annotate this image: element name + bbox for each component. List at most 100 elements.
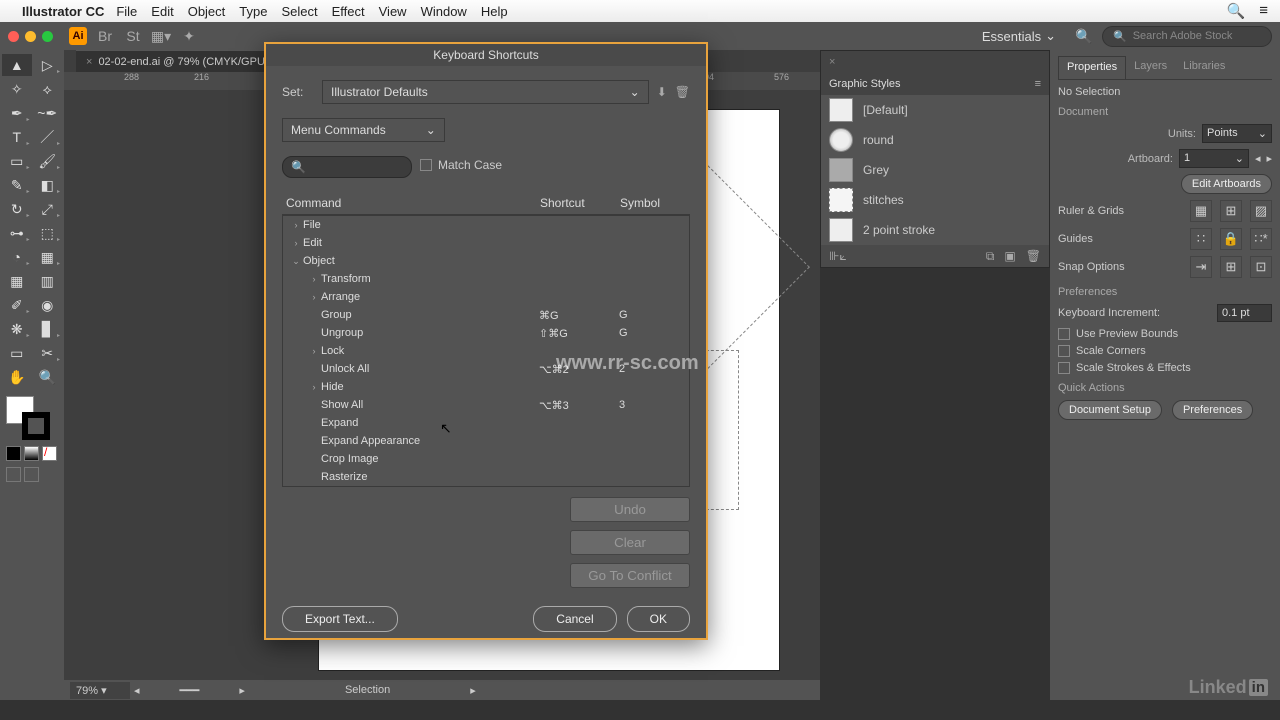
list-row[interactable]: Expand Appearance <box>283 432 689 450</box>
lasso-tool[interactable]: ⟡ <box>33 78 63 100</box>
document-setup-button[interactable]: Document Setup <box>1058 400 1162 420</box>
menu-view[interactable]: View <box>379 4 407 19</box>
mesh-tool[interactable]: ▦ <box>2 270 32 292</box>
magic-wand-tool[interactable]: ✧ <box>2 78 32 100</box>
cb-scale-corners[interactable]: Scale Corners <box>1058 345 1272 357</box>
rotate-tool[interactable]: ↻▸ <box>2 198 32 220</box>
shortcut-list[interactable]: ›File›Edit⌄Object›Transform›ArrangeGroup… <box>282 215 690 487</box>
hand-tool[interactable]: ✋ <box>2 366 32 388</box>
close-panel-icon[interactable]: × <box>829 56 835 68</box>
shape-builder-tool[interactable]: ◔▸ <box>2 246 32 268</box>
zoom-level[interactable]: 79% ▾ <box>70 682 130 699</box>
color-swatches[interactable]: / <box>2 390 62 488</box>
draw-behind[interactable] <box>24 467 39 482</box>
maximize-window[interactable] <box>42 31 53 42</box>
shortcut-search[interactable]: 🔍 <box>282 156 412 178</box>
snap-point-icon[interactable]: ⇥ <box>1190 256 1212 278</box>
style-grey[interactable]: Grey <box>821 155 1049 185</box>
menu-file[interactable]: File <box>116 4 137 19</box>
list-row[interactable]: Ungroup⇧⌘GG <box>283 324 689 342</box>
illustrator-home-icon[interactable]: Ai <box>69 27 87 45</box>
keyboard-increment-field[interactable]: 0.1 pt <box>1217 304 1272 322</box>
menu-icon[interactable]: ≡ <box>1259 2 1268 20</box>
list-row[interactable]: ›Arrange <box>283 288 689 306</box>
tab-layers[interactable]: Layers <box>1126 56 1175 79</box>
grid-icon[interactable]: ⊞ <box>1220 200 1242 222</box>
curvature-tool[interactable]: ~✒ <box>33 102 63 124</box>
delete-style-icon[interactable]: 🗑 <box>1026 249 1041 264</box>
save-set-icon[interactable]: ⬇ <box>657 85 667 99</box>
style-round[interactable]: round <box>821 125 1049 155</box>
menu-effect[interactable]: Effect <box>332 4 365 19</box>
list-row[interactable]: ›Edit <box>283 234 689 252</box>
prev-artboard-icon[interactable]: ◂ <box>1255 152 1261 165</box>
clear-button[interactable]: Clear <box>570 530 690 555</box>
minimize-window[interactable] <box>25 31 36 42</box>
cb-scale-strokes[interactable]: Scale Strokes & Effects <box>1058 362 1272 374</box>
list-row[interactable]: ›File <box>283 216 689 234</box>
gpu-icon[interactable]: ✦ <box>179 27 199 45</box>
none-mode[interactable]: / <box>42 446 57 461</box>
blend-tool[interactable]: ◉ <box>33 294 63 316</box>
panel-menu-icon[interactable]: ≡ <box>1035 78 1041 90</box>
library-icon[interactable]: ⊪⟀ <box>829 249 847 264</box>
cb-preview-bounds[interactable]: Use Preview Bounds <box>1058 328 1272 340</box>
panel-title[interactable]: Graphic Styles <box>829 78 901 90</box>
snap-pixel-icon[interactable]: ⊡ <box>1250 256 1272 278</box>
preferences-button[interactable]: Preferences <box>1172 400 1253 420</box>
style-stitches[interactable]: stitches <box>821 185 1049 215</box>
menu-type[interactable]: Type <box>239 4 267 19</box>
shortcut-set-select[interactable]: Illustrator Defaults⌄ <box>322 80 649 104</box>
scale-tool[interactable]: ⤢▸ <box>33 198 63 220</box>
document-tab[interactable]: ×02-02-end.ai @ 79% (CMYK/GPU P <box>76 50 285 72</box>
nav-right-icon[interactable]: ▸ <box>239 684 245 697</box>
list-row[interactable]: ›Lock <box>283 342 689 360</box>
menu-object[interactable]: Object <box>188 4 226 19</box>
bridge-icon[interactable]: Br <box>95 27 115 45</box>
line-tool[interactable]: ／▸ <box>33 126 63 148</box>
menu-window[interactable]: Window <box>421 4 467 19</box>
transparency-grid-icon[interactable]: ▨ <box>1250 200 1272 222</box>
scope-select[interactable]: Menu Commands⌄ <box>282 118 445 142</box>
snap-grid-icon[interactable]: ⊞ <box>1220 256 1242 278</box>
stroke-swatch[interactable] <box>22 412 50 440</box>
close-window[interactable] <box>8 31 19 42</box>
list-row[interactable]: Crop Image <box>283 450 689 468</box>
perspective-tool[interactable]: ▦▸ <box>33 246 63 268</box>
next-artboard-icon[interactable]: ▸ <box>1266 152 1272 165</box>
menu-select[interactable]: Select <box>281 4 317 19</box>
units-select[interactable]: Points⌄ <box>1202 124 1272 143</box>
break-link-icon[interactable]: ⧉ <box>986 249 995 264</box>
direct-selection-tool[interactable]: ▷▸ <box>33 54 63 76</box>
menu-help[interactable]: Help <box>481 4 508 19</box>
nav-left-icon[interactable]: ◂ <box>134 684 140 697</box>
ruler-icon[interactable]: ▦ <box>1190 200 1212 222</box>
tab-properties[interactable]: Properties <box>1058 56 1126 79</box>
app-name[interactable]: Illustrator CC <box>22 4 104 19</box>
list-row[interactable]: Group⌘GG <box>283 306 689 324</box>
slice-tool[interactable]: ✂▸ <box>33 342 63 364</box>
selection-tool[interactable]: ▲ <box>2 54 32 76</box>
spotlight-icon[interactable]: 🔍 <box>1227 2 1246 20</box>
arrange-docs-icon[interactable]: ▦▾ <box>151 27 171 45</box>
delete-set-icon[interactable]: 🗑 <box>675 85 690 99</box>
eraser-tool[interactable]: ◧▸ <box>33 174 63 196</box>
list-row[interactable]: Expand <box>283 414 689 432</box>
pen-tool[interactable]: ✒▸ <box>2 102 32 124</box>
guides-lock-icon[interactable]: 🔒 <box>1220 228 1242 250</box>
adobe-stock-search[interactable]: 🔍Search Adobe Stock <box>1102 26 1272 47</box>
shaper-tool[interactable]: ✎▸ <box>2 174 32 196</box>
graph-tool[interactable]: ▊▸ <box>33 318 63 340</box>
menu-edit[interactable]: Edit <box>151 4 173 19</box>
close-tab-icon[interactable]: × <box>86 56 92 68</box>
eyedropper-tool[interactable]: ✐▸ <box>2 294 32 316</box>
symbol-sprayer-tool[interactable]: ❋▸ <box>2 318 32 340</box>
list-row[interactable]: ⌄Object <box>283 252 689 270</box>
list-row[interactable]: Show All⌥⌘33 <box>283 396 689 414</box>
width-tool[interactable]: ⊶▸ <box>2 222 32 244</box>
list-row[interactable]: Rasterize <box>283 468 689 486</box>
guides-smart-icon[interactable]: ∷* <box>1250 228 1272 250</box>
list-row[interactable]: Unlock All⌥⌘22 <box>283 360 689 378</box>
gradient-mode[interactable] <box>24 446 39 461</box>
artboard-tool[interactable]: ▭ <box>2 342 32 364</box>
